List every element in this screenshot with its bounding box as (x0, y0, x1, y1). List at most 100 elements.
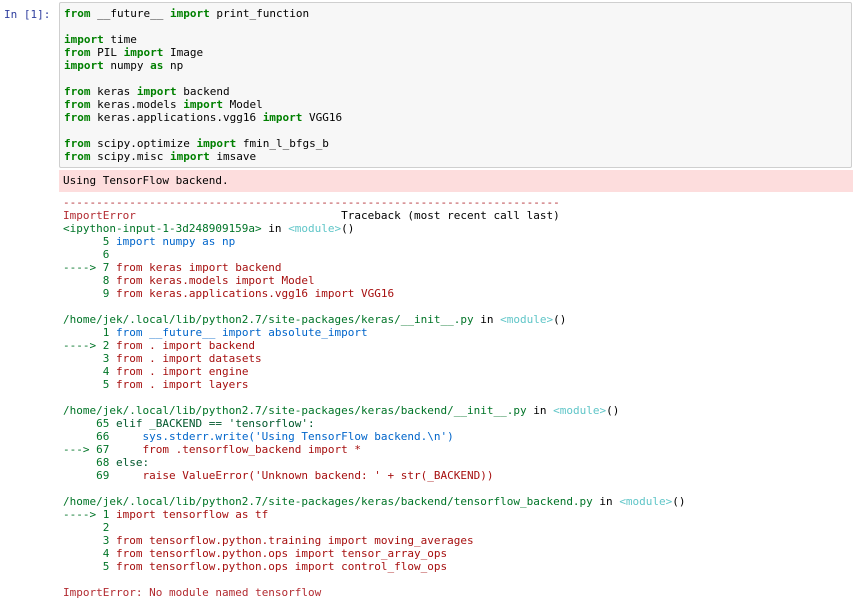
code-token: fmin_l_bfgs_b (236, 137, 329, 150)
traceback-line: 69 raise ValueError('Unknown backend: ' … (63, 469, 853, 482)
code-token: import (136, 85, 177, 98)
code-token: import (169, 150, 210, 163)
traceback-token: 8 (63, 274, 116, 287)
code-token: Model (222, 98, 263, 111)
traceback-token: in (592, 495, 620, 508)
traceback-token: 69 (63, 469, 116, 482)
traceback-token: <module> (288, 222, 342, 235)
code-token: import (64, 33, 104, 46)
traceback-line: 1 from __future__ import absolute_import (63, 326, 853, 339)
traceback-token: from __future__ import absolute_import (115, 326, 368, 339)
traceback-token: 68 (63, 456, 116, 469)
traceback-token: Traceback (most recent call last) (135, 209, 560, 222)
traceback-line: /home/jek/.local/lib/python2.7/site-pack… (63, 404, 853, 417)
code-line: from __future__ import print_function (64, 7, 851, 20)
traceback-token: 2 (63, 521, 116, 534)
traceback-token: from . import datasets (115, 352, 262, 365)
code-token: Image (163, 46, 204, 59)
traceback-line: <ipython-input-1-3d248909159a> in <modul… (63, 222, 853, 235)
traceback-token: <module> (619, 495, 673, 508)
traceback-token: 4 (63, 547, 116, 560)
code-token: from (64, 46, 91, 59)
code-token: print_function (209, 7, 310, 20)
traceback-line (63, 573, 853, 586)
code-token: from (64, 7, 91, 20)
traceback-token: from .tensorflow_backend import * (115, 443, 362, 456)
code-line: from scipy.optimize import fmin_l_bfgs_b (64, 137, 851, 150)
code-line: import numpy as np (64, 59, 851, 72)
traceback-token: ----------------------------------------… (63, 196, 560, 209)
traceback-token: 66 (63, 430, 116, 443)
traceback-token: () (606, 404, 620, 417)
traceback-token: raise ValueError('Unknown backend: ' + s… (115, 469, 494, 482)
code-token: from (64, 137, 91, 150)
traceback-token: ImportError (63, 586, 136, 599)
traceback-line: ----> 7 from keras import backend (63, 261, 853, 274)
traceback-line: 2 (63, 521, 853, 534)
traceback-token: 65 (63, 417, 116, 430)
traceback-token: <ipython-input-1-3d248909159a> (63, 222, 262, 235)
traceback-token: () (672, 495, 686, 508)
code-token: keras.models (90, 98, 184, 111)
code-token: import (183, 98, 223, 111)
code-token: keras.applications.vgg16 (90, 111, 263, 124)
code-token: scipy.misc (90, 150, 170, 163)
code-token: import (196, 137, 237, 150)
traceback-line: ImportError: No module named tensorflow (63, 586, 853, 599)
traceback-token: 3 (63, 534, 116, 547)
traceback-token: /home/jek/.local/lib/python2.7/site-pack… (63, 313, 474, 326)
traceback-token: 6 (63, 248, 116, 261)
traceback-token: : No module named tensorflow (135, 586, 322, 599)
traceback-token: 3 (63, 352, 116, 365)
traceback-token: <module> (500, 313, 554, 326)
traceback-token: () (553, 313, 567, 326)
code-token: VGG16 (302, 111, 343, 124)
code-token: from (64, 150, 91, 163)
traceback-token: from tensorflow.python.ops import tensor… (115, 547, 448, 560)
traceback-token: 1 (63, 326, 116, 339)
traceback-token: 5 (63, 235, 116, 248)
traceback-token: else: (115, 456, 150, 469)
traceback-token: elif _BACKEND == 'tensorflow': (115, 417, 315, 430)
traceback-line: 6 (63, 248, 853, 261)
code-cell-input[interactable]: from __future__ import print_function im… (59, 2, 852, 168)
traceback-token: in (526, 404, 554, 417)
traceback-line: /home/jek/.local/lib/python2.7/site-pack… (63, 495, 853, 508)
traceback-token: ----> 1 (63, 508, 116, 521)
code-line: import time (64, 33, 851, 46)
traceback-token: sys.stderr.write('Using TensorFlow backe… (115, 430, 454, 443)
traceback-token: /home/jek/.local/lib/python2.7/site-pack… (63, 404, 527, 417)
code-token: np (163, 59, 184, 72)
code-token: from (64, 98, 91, 111)
stderr-output: Using TensorFlow backend. (59, 170, 853, 192)
code-token: keras (90, 85, 137, 98)
traceback-token: ImportError (63, 209, 136, 222)
traceback-line: 66 sys.stderr.write('Using TensorFlow ba… (63, 430, 853, 443)
traceback-line: 3 from . import datasets (63, 352, 853, 365)
code-token: import (123, 46, 164, 59)
traceback-line: 4 from tensorflow.python.ops import tens… (63, 547, 853, 560)
code-token: from (64, 111, 91, 124)
traceback-line: 65 elif _BACKEND == 'tensorflow': (63, 417, 853, 430)
code-token: import (262, 111, 303, 124)
traceback-token: in (261, 222, 289, 235)
traceback-line: ----------------------------------------… (63, 196, 853, 209)
traceback-token: from . import engine (115, 365, 249, 378)
traceback-token: ----> 7 (63, 261, 116, 274)
code-line: from keras.applications.vgg16 import VGG… (64, 111, 851, 124)
traceback-line: 3 from tensorflow.python.training import… (63, 534, 853, 547)
code-token: scipy.optimize (90, 137, 197, 150)
traceback-line (63, 300, 853, 313)
traceback-token: from keras import backend (115, 261, 282, 274)
traceback-line: 68 else: (63, 456, 853, 469)
traceback-token: from keras.applications.vgg16 import VGG… (115, 287, 395, 300)
code-token: from (64, 85, 91, 98)
traceback-line: /home/jek/.local/lib/python2.7/site-pack… (63, 313, 853, 326)
traceback-line: ----> 2 from . import backend (63, 339, 853, 352)
traceback-token: import tensorflow as tf (115, 508, 269, 521)
code-token: PIL (90, 46, 124, 59)
traceback-line: 8 from keras.models import Model (63, 274, 853, 287)
traceback-line: ImportError Traceback (most recent call … (63, 209, 853, 222)
